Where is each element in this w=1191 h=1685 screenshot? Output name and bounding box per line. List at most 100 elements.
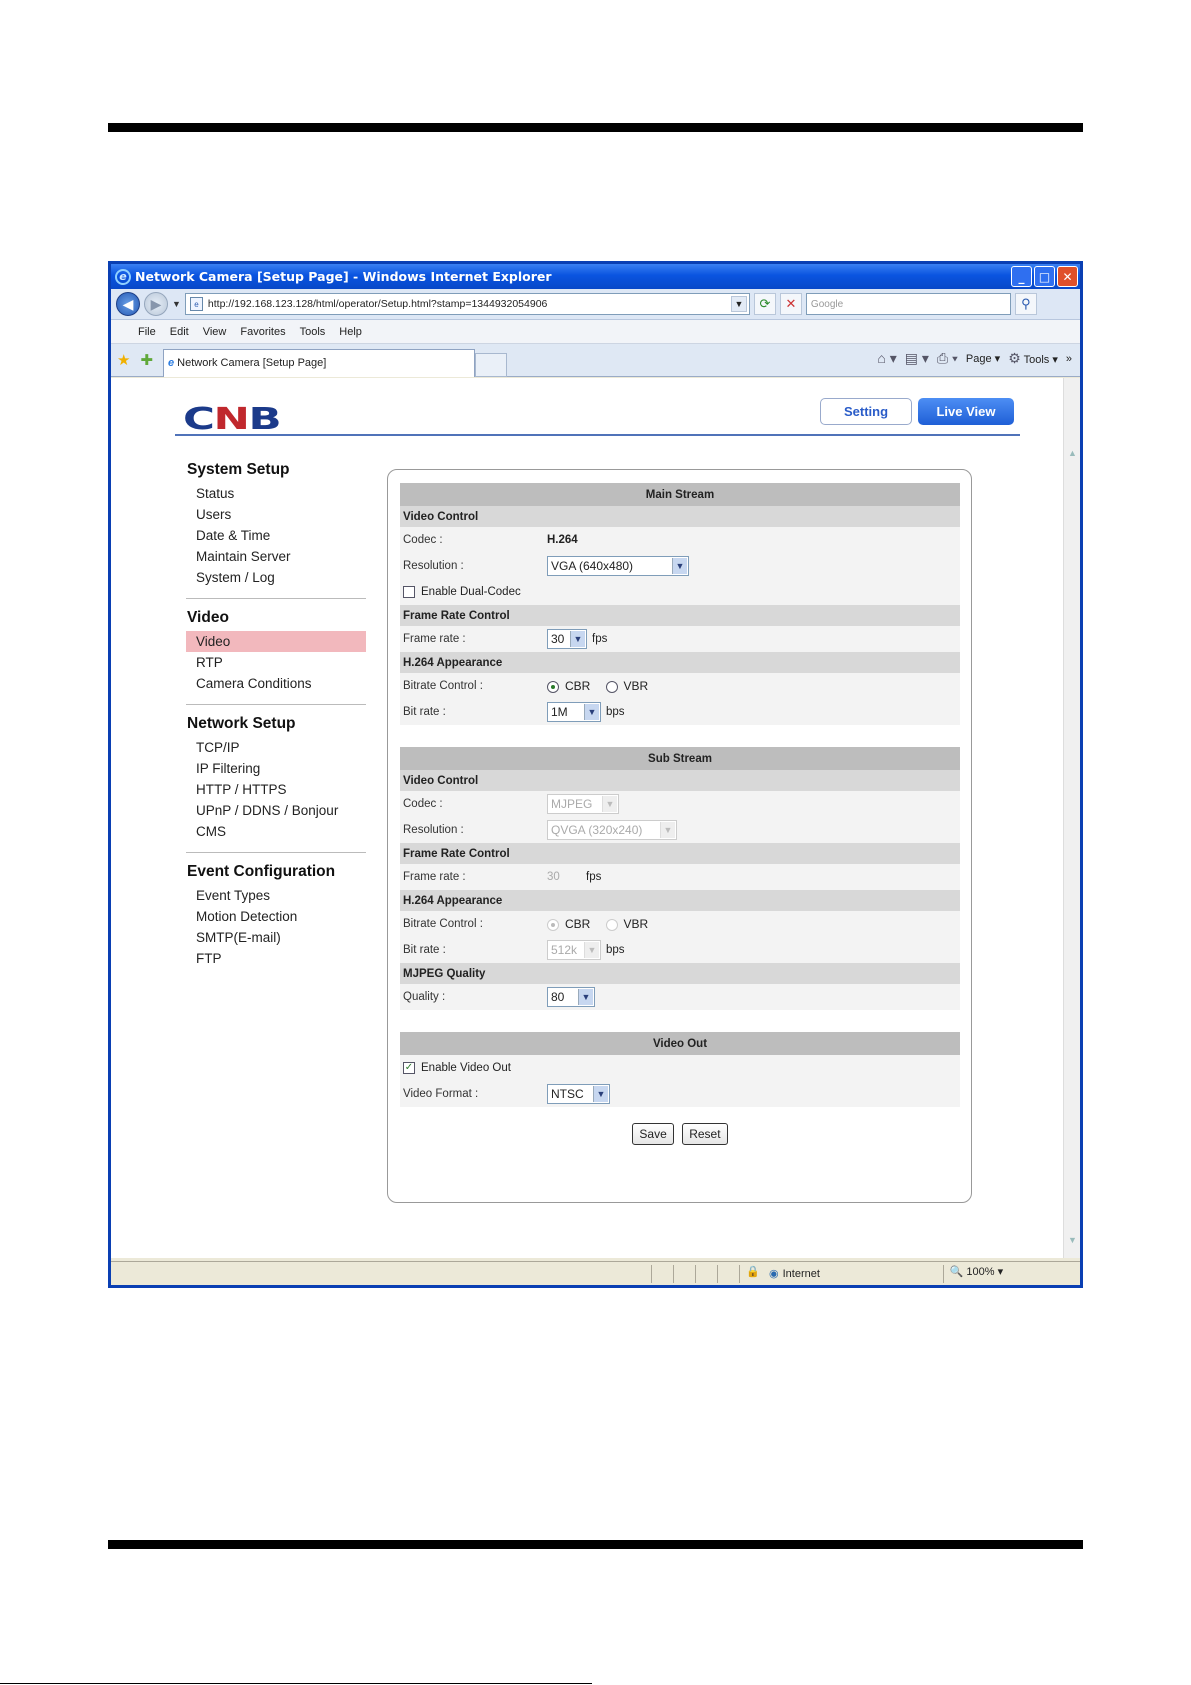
zoom-control[interactable]: 🔍 100% ▾ [942, 1264, 1033, 1283]
maximize-button[interactable]: □ [1034, 266, 1055, 287]
gear-icon: ⚙ [1008, 350, 1021, 366]
page-menu[interactable]: Page ▾ [966, 352, 1000, 365]
status-zone: Internet [782, 1267, 820, 1280]
sidebar-item-users[interactable]: Users [186, 504, 366, 525]
feeds-icon[interactable]: ▤ ▾ [905, 350, 929, 367]
sub-bit-rate-value: 512k [551, 943, 578, 957]
dual-codec-checkbox[interactable] [403, 585, 415, 598]
sidebar-item-system-log[interactable]: System / Log [186, 567, 366, 588]
status-bar: 🔒 ◉ Internet 🔍 100% ▾ [111, 1261, 1080, 1285]
history-dropdown-icon[interactable]: ▼ [172, 299, 181, 309]
page-icon: e [189, 297, 203, 311]
back-button[interactable]: ◀ [116, 292, 140, 316]
tools-menu[interactable]: ⚙ Tools ▾ [1008, 350, 1058, 367]
status-segment [695, 1264, 717, 1283]
print-icon[interactable]: ⎙ ▾ [937, 350, 958, 367]
sidebar-item-maintain-server[interactable]: Maintain Server [186, 546, 366, 567]
refresh-icon[interactable]: ⟳ [753, 293, 776, 315]
menu-edit[interactable]: Edit [163, 326, 196, 338]
main-vbr-label: VBR [623, 679, 649, 693]
sub-video-control-heading: Video Control [400, 770, 960, 791]
address-bar-row: ◀ ▶ ▼ e http://192.168.123.128/html/oper… [111, 289, 1080, 320]
address-dropdown-icon[interactable]: ▼ [730, 296, 747, 312]
tab-title: Network Camera [Setup Page] [177, 357, 327, 369]
sidebar-item-cms[interactable]: CMS [186, 821, 366, 842]
menu-favorites[interactable]: Favorites [233, 326, 292, 338]
sub-frame-rate-label: Frame rate : [400, 864, 544, 890]
new-tab-button[interactable] [475, 352, 508, 377]
menu-file[interactable]: File [131, 326, 163, 338]
sub-resolution-label: Resolution : [400, 817, 544, 843]
scroll-down-icon[interactable]: ▼ [1066, 1235, 1079, 1248]
minimize-button[interactable]: _ [1011, 266, 1032, 287]
video-format-select[interactable]: NTSC ▼ [547, 1084, 610, 1104]
scroll-up-icon[interactable]: ▲ [1066, 448, 1079, 461]
url-text: http://192.168.123.128/html/operator/Set… [207, 298, 548, 310]
home-icon[interactable]: ⌂ ▾ [877, 350, 896, 367]
tools-menu-label: Tools [1023, 354, 1050, 366]
enable-video-out-checkbox[interactable]: ✓ [403, 1061, 415, 1074]
stop-icon[interactable]: ✕ [779, 293, 802, 315]
vertical-scrollbar[interactable]: ▲ ▼ [1063, 378, 1080, 1258]
sidebar-item-video[interactable]: Video [186, 631, 366, 652]
menu-tools[interactable]: Tools [293, 326, 333, 338]
chevron-down-icon: ▼ [660, 822, 675, 838]
chevron-down-icon: ▼ [570, 631, 585, 647]
sub-resolution-value: QVGA (320x240) [551, 823, 643, 837]
live-view-button[interactable]: Live View [918, 398, 1014, 425]
search-input[interactable]: Google [805, 293, 1011, 315]
sub-bitrate-control-label: Bitrate Control : [400, 911, 544, 937]
forward-button[interactable]: ▶ [144, 292, 168, 316]
menu-help[interactable]: Help [332, 326, 369, 338]
sidebar-item-status[interactable]: Status [186, 483, 366, 504]
sidebar-item-smtp[interactable]: SMTP(E-mail) [186, 927, 366, 948]
quality-select[interactable]: 80 ▼ [547, 987, 595, 1007]
sidebar-item-ip-filtering[interactable]: IP Filtering [186, 758, 366, 779]
sub-bit-rate-label: Bit rate : [400, 937, 544, 963]
chevron-down-icon: ▼ [672, 558, 687, 574]
search-icon[interactable]: ⚲ [1014, 293, 1037, 315]
sidebar-heading-event-configuration: Event Configuration [187, 863, 336, 880]
ie-logo-icon: e [115, 268, 131, 285]
favorites-star-icon[interactable]: ★ [117, 351, 130, 369]
chevron-more-icon[interactable]: » [1066, 353, 1072, 365]
dual-codec-label: Enable Dual-Codec [421, 586, 521, 599]
add-favorite-icon[interactable]: ✚ [140, 351, 153, 369]
address-field[interactable]: e http://192.168.123.128/html/operator/S… [184, 293, 750, 315]
close-button[interactable]: ✕ [1057, 266, 1078, 287]
sidebar-item-camera-conditions[interactable]: Camera Conditions [186, 673, 366, 694]
setting-button[interactable]: Setting [820, 398, 912, 425]
sub-codec-value: MJPEG [551, 797, 593, 811]
menu-view[interactable]: View [196, 326, 234, 338]
main-vbr-radio[interactable] [605, 680, 618, 693]
command-bar: ⌂ ▾ ▤ ▾ ⎙ ▾ Page ▾ ⚙ Tools ▾ » [877, 350, 1072, 367]
cnb-logo: CNB [183, 402, 282, 437]
sub-appearance-heading: H.264 Appearance [400, 890, 960, 911]
sub-bit-rate-select: 512k ▼ [547, 940, 601, 960]
main-frame-rate-select[interactable]: 30 ▼ [547, 629, 587, 649]
sidebar-item-motion-detection[interactable]: Motion Detection [186, 906, 366, 927]
main-bitrate-control-label: Bitrate Control : [400, 673, 544, 699]
reset-button[interactable]: Reset [682, 1123, 728, 1145]
sidebar-item-ftp[interactable]: FTP [186, 948, 366, 969]
main-bit-rate-value: 1M [551, 705, 568, 719]
menu-bar: File Edit View Favorites Tools Help [111, 320, 1080, 344]
sidebar-item-date-time[interactable]: Date & Time [186, 525, 366, 546]
title-bar: e Network Camera [Setup Page] - Windows … [111, 264, 1080, 289]
sidebar-item-tcpip[interactable]: TCP/IP [186, 737, 366, 758]
sidebar-item-rtp[interactable]: RTP [186, 652, 366, 673]
quality-label: Quality : [400, 984, 544, 1010]
zoom-icon: 🔍 [949, 1265, 964, 1278]
sidebar-item-event-types[interactable]: Event Types [186, 885, 366, 906]
main-resolution-select[interactable]: VGA (640x480) ▼ [547, 556, 689, 576]
main-bit-rate-select[interactable]: 1M ▼ [547, 702, 601, 722]
tab-network-camera[interactable]: e Network Camera [Setup Page] [163, 348, 476, 377]
main-resolution-label: Resolution : [400, 553, 544, 579]
save-button[interactable]: Save [632, 1123, 674, 1145]
sub-bit-rate-unit: bps [606, 944, 625, 957]
main-stream-table: Main Stream Video Control Codec : H.264 … [400, 483, 960, 725]
main-cbr-radio[interactable] [547, 680, 559, 693]
sidebar-item-http-https[interactable]: HTTP / HTTPS [186, 779, 366, 800]
sidebar-item-upnp-ddns-bonjour[interactable]: UPnP / DDNS / Bonjour [186, 800, 366, 821]
main-video-control-heading: Video Control [400, 506, 960, 527]
